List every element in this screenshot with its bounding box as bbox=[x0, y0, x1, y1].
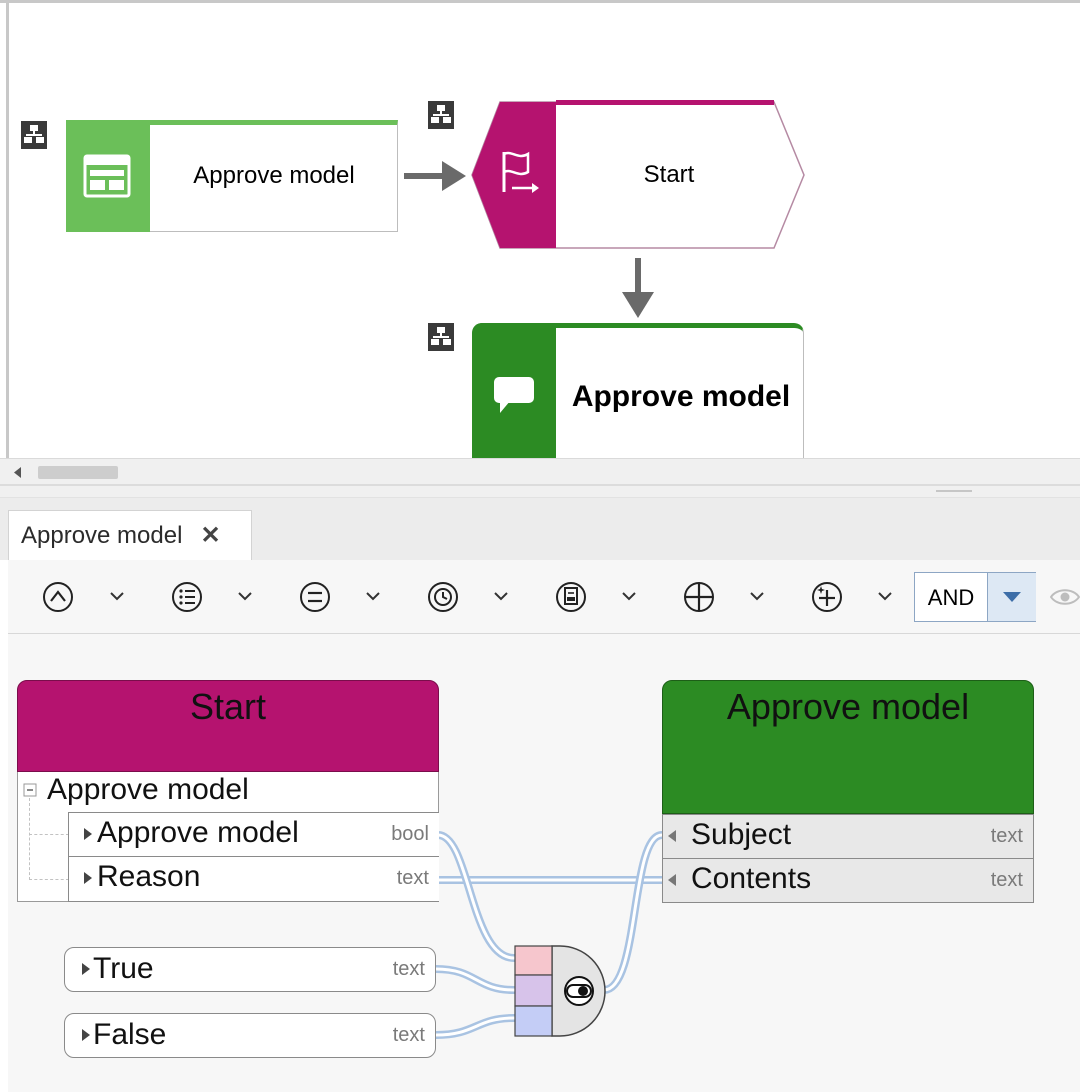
flow-arrow bbox=[404, 161, 466, 191]
user-task-node[interactable]: Approve model bbox=[472, 323, 804, 460]
hierarchy-icon[interactable] bbox=[428, 101, 454, 129]
constant-true[interactable]: True text bbox=[64, 947, 436, 992]
expand-icon[interactable] bbox=[81, 962, 91, 976]
flag-start-icon bbox=[502, 151, 539, 193]
flow-arrow bbox=[622, 258, 654, 318]
expand-icon[interactable] bbox=[83, 871, 93, 885]
operator-dropdown-button[interactable] bbox=[987, 573, 1036, 621]
horizontal-scrollbar[interactable] bbox=[0, 458, 1080, 485]
event-node[interactable]: Start bbox=[470, 100, 806, 250]
tab-approve-model[interactable]: Approve model ✕ bbox=[8, 510, 252, 560]
function-node[interactable]: Approve model bbox=[66, 120, 398, 232]
field-row[interactable]: Approve model bool bbox=[68, 812, 439, 857]
hierarchy-icon[interactable] bbox=[21, 121, 47, 149]
expand-icon[interactable] bbox=[83, 827, 93, 841]
node-label: Approve model bbox=[571, 380, 791, 413]
scroll-left-icon[interactable] bbox=[12, 466, 22, 479]
caret-up-icon[interactable] bbox=[41, 580, 75, 614]
switch-operator[interactable] bbox=[514, 945, 606, 1037]
expand-icon[interactable] bbox=[81, 1028, 91, 1042]
toggle-switch-icon bbox=[564, 976, 594, 1006]
field-label: Contents bbox=[691, 862, 812, 895]
field-row[interactable]: Contents text bbox=[662, 858, 1034, 903]
target-object-approve-model[interactable]: Approve model Subject text Contents text bbox=[662, 680, 1034, 903]
field-type: text bbox=[396, 867, 429, 889]
source-object-start[interactable]: Start Approve model Approve model bool R… bbox=[17, 680, 439, 902]
field-type: text bbox=[990, 825, 1023, 847]
scrollbar-thumb[interactable] bbox=[38, 466, 118, 479]
constant-false[interactable]: False text bbox=[64, 1013, 436, 1058]
object-title: Approve model bbox=[726, 686, 970, 727]
operator-select[interactable]: AND bbox=[914, 572, 1036, 622]
object-title: Start bbox=[189, 686, 267, 727]
tab-label: Approve model bbox=[21, 521, 183, 549]
clock-icon[interactable] bbox=[426, 580, 460, 614]
chevron-down-icon[interactable] bbox=[109, 591, 125, 601]
chevron-down-icon[interactable] bbox=[749, 591, 765, 601]
field-label: Approve model bbox=[97, 816, 299, 849]
chevron-down-icon[interactable] bbox=[365, 591, 381, 601]
field-type: bool bbox=[391, 823, 429, 845]
constant-label: False bbox=[93, 1018, 167, 1051]
node-label: Approve model bbox=[193, 162, 355, 189]
list-icon[interactable] bbox=[170, 580, 204, 614]
plus-icon[interactable] bbox=[682, 580, 716, 614]
input-port-icon bbox=[668, 874, 676, 886]
chevron-down-icon[interactable] bbox=[621, 591, 637, 601]
plus-sparkle-icon[interactable] bbox=[810, 580, 844, 614]
field-label: Subject bbox=[691, 818, 792, 851]
close-icon[interactable]: ✕ bbox=[200, 521, 220, 550]
chevron-down-icon[interactable] bbox=[493, 591, 509, 601]
input-port-icon bbox=[668, 830, 676, 842]
equals-icon[interactable] bbox=[298, 580, 332, 614]
screen-icon bbox=[83, 154, 131, 198]
field-row[interactable]: Subject text bbox=[662, 814, 1034, 859]
node-label: Start bbox=[643, 161, 695, 188]
group-label: Approve model bbox=[47, 773, 249, 806]
field-type: text bbox=[990, 869, 1023, 891]
chevron-down-icon[interactable] bbox=[237, 591, 253, 601]
document-icon[interactable] bbox=[554, 580, 588, 614]
operator-value: AND bbox=[927, 585, 975, 610]
collapse-icon[interactable] bbox=[23, 783, 37, 797]
field-label: Reason bbox=[97, 860, 201, 893]
model-canvas[interactable]: Approve model Start Approve model bbox=[0, 0, 1080, 460]
eye-icon[interactable] bbox=[1050, 586, 1080, 608]
constant-type: text bbox=[392, 1024, 425, 1046]
pane-splitter[interactable] bbox=[0, 484, 1080, 498]
field-row[interactable]: Reason text bbox=[68, 857, 439, 902]
speech-bubble-icon bbox=[494, 377, 534, 413]
constant-label: True bbox=[93, 952, 154, 985]
constant-type: text bbox=[392, 958, 425, 980]
chevron-down-icon[interactable] bbox=[877, 591, 893, 601]
hierarchy-icon[interactable] bbox=[428, 323, 454, 351]
chevron-down-icon bbox=[1003, 592, 1021, 602]
